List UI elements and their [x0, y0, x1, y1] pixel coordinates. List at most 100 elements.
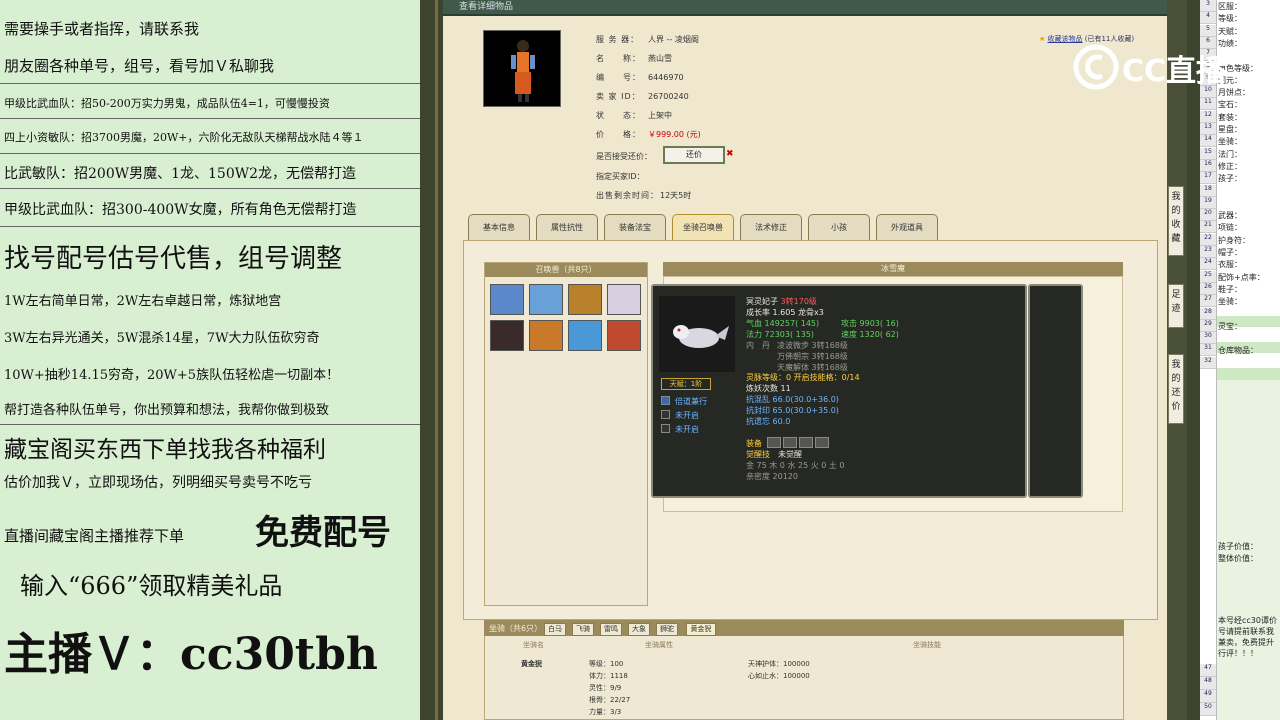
sheet-cell[interactable]: 坐骑： [1218, 136, 1242, 147]
mount-tab[interactable]: 白马 [544, 623, 566, 636]
sheet-cell[interactable]: 配饰+点率： [1218, 272, 1265, 283]
ad-line: 四上小资敏队：招3700男魔，20W+，六阶化无敌队天梯帮战水陆４等１ [4, 131, 364, 144]
favorite-link[interactable]: ★ 收藏该物品 (已有11人收藏) [1039, 34, 1134, 44]
ad-line: 甲级比武血队：招50-200万实力男鬼，成品队伍4=1，可慢慢投资 [4, 97, 330, 110]
sheet-cell[interactable]: 护身符： [1218, 235, 1250, 246]
sheet-cell[interactable]: 项链： [1218, 222, 1242, 233]
character-portrait [483, 30, 561, 107]
sheet-note[interactable]: 本号经cc30谭价号请提前联系我兼卖，免费提升行评！！！ [1218, 615, 1280, 659]
sheet-row-number: 50 [1200, 703, 1216, 716]
sheet-cell[interactable]: 仓库物品： [1218, 345, 1258, 356]
sheet-row-number: 22 [1200, 234, 1216, 246]
sheet-row-number: 29 [1200, 320, 1216, 332]
sheet-row-number: 47 [1200, 664, 1216, 677]
five-elements: 金 75 木 0 水 25 火 0 土 0 [746, 461, 845, 470]
sheet-row-number: 27 [1200, 295, 1216, 307]
tab-child[interactable]: 小孩 [808, 214, 870, 240]
ad-line: 1W左右简单日常，2W左右卓越日常，炼狱地宫 [4, 294, 282, 309]
info-name: 名 称： 燕山雪 [596, 54, 672, 63]
summon-thumb[interactable] [490, 284, 524, 315]
inner-skill: 万佛朝宗 3转168级 [777, 352, 848, 361]
close-icon[interactable]: ✖ [726, 149, 734, 159]
mount-title: 坐骑（共6只） [489, 624, 543, 633]
sheet-cell[interactable]: 帽子： [1218, 247, 1242, 258]
sheet-row-number: 11 [1200, 98, 1216, 110]
sheet-row-number: 19 [1200, 197, 1216, 209]
summon-thumb[interactable] [568, 284, 602, 315]
summon-attack: 攻击 9903( 16) [841, 319, 899, 328]
sheet-row-number: 30 [1200, 332, 1216, 344]
mount-tab-active[interactable]: 黄金猊 [686, 623, 716, 636]
ad-separator [0, 424, 420, 425]
sheet-cell[interactable]: 套装： [1218, 112, 1242, 123]
skill-slot-icon [661, 424, 670, 433]
summon-thumb[interactable] [490, 320, 524, 351]
tab-basic-info[interactable]: 基本信息 [468, 214, 530, 240]
mount-skill: 天神护体：100000 [748, 660, 810, 668]
sheet-cell[interactable]: 孩子价值： [1218, 541, 1258, 552]
sheet-cell[interactable]: 天赋： [1218, 26, 1242, 37]
spreadsheet: 3 4 5 6 7 8 9 10 11 12 13 14 15 16 17 18 19 20 21 22 23 24 25 2… [1200, 0, 1280, 720]
ad-line: 朋友圈各种单号，组号，看号加Ｖ私聊我 [4, 57, 275, 75]
summon-thumb[interactable] [529, 284, 563, 315]
mount-tab[interactable]: 飞骑 [572, 623, 594, 636]
mount-name: 黄金猊 [521, 660, 542, 668]
summon-growth: 成长率 1.605 龙骨x3 [746, 308, 824, 317]
highlight-row [1217, 368, 1280, 380]
mount-col-header: 坐骑技能 [913, 641, 941, 649]
mount-tab[interactable]: 雷鸣 [600, 623, 622, 636]
sheet-cell[interactable]: 坐骑： [1218, 296, 1242, 307]
sheet-cell[interactable]: 法门： [1218, 149, 1242, 160]
info-bargain: 是否接受还价： [596, 152, 652, 161]
sheet-row-number: 16 [1200, 160, 1216, 172]
sheet-row-number: 17 [1200, 172, 1216, 184]
resist-chaos: 抗混乱 66.0(30.0+36.0) [746, 395, 839, 404]
side-tab-favorites[interactable]: 我的收藏 [1168, 186, 1184, 256]
sheet-row-number: 32 [1200, 357, 1216, 369]
tab-mount-summon[interactable]: 坐骑召唤兽 [672, 214, 734, 240]
sheet-row-number: 28 [1200, 308, 1216, 320]
sheet-cell[interactable]: 修正： [1218, 161, 1242, 172]
summon-detail-title: 冰雪魔 [663, 262, 1123, 276]
info-remaining: 出售剩余时间：12天5时 [596, 191, 692, 200]
ad-separator [0, 226, 420, 227]
mount-tab[interactable]: 狮驼 [656, 623, 678, 636]
summon-speed: 速度 1320( 62) [841, 330, 899, 339]
tab-attributes[interactable]: 属性抗性 [536, 214, 598, 240]
bargain-button[interactable]: 还价 [663, 146, 725, 164]
ad-headline: 找号配号估号代售，组号调整 [4, 244, 343, 274]
tab-appearance[interactable]: 外观道具 [876, 214, 938, 240]
sheet-cell[interactable]: 武器： [1218, 210, 1242, 221]
cc-live-logo: CC直播 [1072, 44, 1242, 90]
summon-thumb[interactable] [607, 284, 641, 315]
skill-icon [661, 396, 670, 405]
logo-text: CC直播 [1122, 54, 1227, 89]
summon-thumb[interactable] [607, 320, 641, 351]
ad-separator [0, 188, 420, 189]
mount-tab[interactable]: 大象 [628, 623, 650, 636]
summon-thumb[interactable] [529, 320, 563, 351]
sheet-cell[interactable]: 衣服： [1218, 259, 1242, 270]
tab-equipment[interactable]: 装备法宝 [604, 214, 666, 240]
tab-spell-correction[interactable]: 法术修正 [740, 214, 802, 240]
sheet-cell[interactable]: 宝石： [1218, 99, 1242, 110]
sheet-cell[interactable]: 整体价值： [1218, 553, 1258, 564]
ad-line: 需要操手或者指挥，请联系我 [4, 20, 200, 38]
summon-thumb[interactable] [568, 320, 602, 351]
sheet-cell[interactable]: 星盘： [1218, 124, 1242, 135]
sheet-cell[interactable]: 鞋子： [1218, 284, 1242, 295]
mount-stat: 根骨：22/27 [589, 696, 631, 704]
tooltip-side-panel [1028, 284, 1083, 498]
sheet-cell[interactable]: 区服： [1218, 1, 1242, 12]
summon-list-title: 召唤兽（共8只） [485, 263, 647, 277]
sheet-row-number: 3 [1200, 0, 1216, 12]
side-tab-bargains[interactable]: 我的还价 [1168, 354, 1184, 424]
equip-slot-icon [783, 437, 797, 448]
sheet-cell[interactable]: 孩子： [1218, 173, 1242, 184]
sheet-cell[interactable]: 灵宝： [1218, 321, 1242, 332]
side-tab-history[interactable]: 足迹 [1168, 284, 1184, 328]
sheet-row-number: 5 [1200, 25, 1216, 37]
ad-panel: 需要操手或者指挥，请联系我 朋友圈各种单号，组号，看号加Ｖ私聊我 甲级比武血队：… [0, 0, 420, 720]
sheet-cell[interactable]: 等级： [1218, 13, 1242, 24]
equip-label: 装备 [746, 439, 762, 448]
